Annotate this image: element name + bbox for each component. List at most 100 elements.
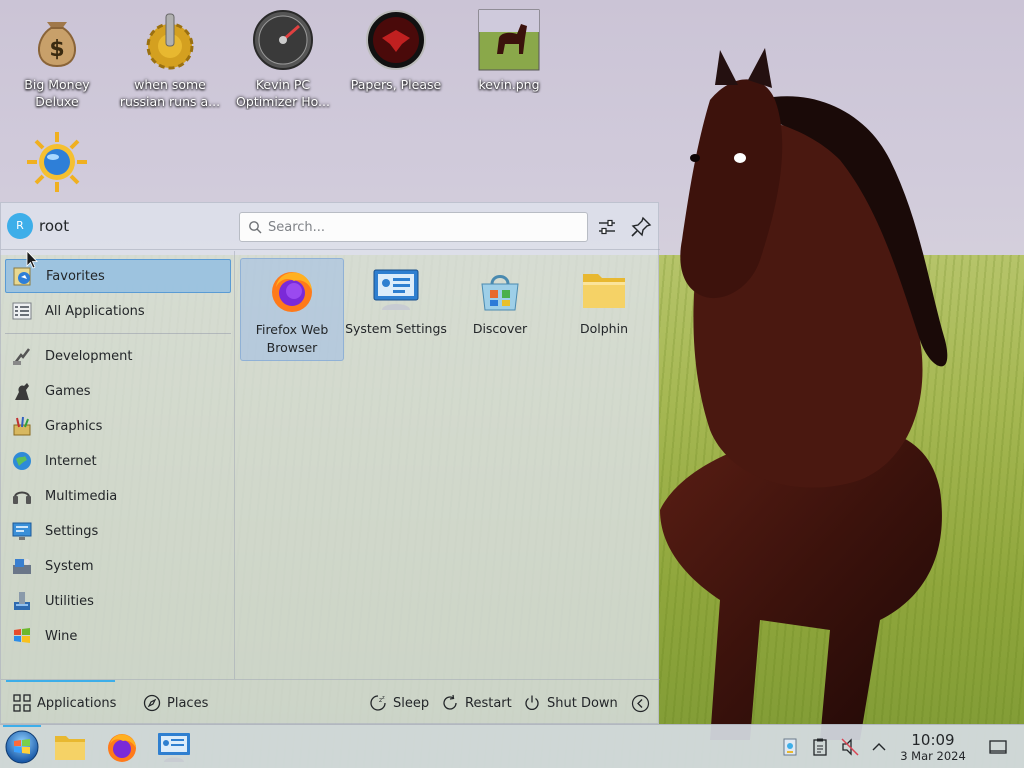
avatar[interactable]: R [7, 213, 33, 239]
category-label: Multimedia [45, 488, 118, 504]
category-internet[interactable]: Internet [5, 444, 231, 478]
sliders-icon[interactable] [595, 215, 619, 239]
desktop-icon-big-money-deluxe[interactable]: $ Big Money Deluxe [5, 2, 109, 110]
category-list: Favorites All Applications Development G… [1, 251, 235, 679]
mouse-cursor [26, 250, 38, 269]
app-label: Dolphin [580, 321, 628, 336]
desktop-icon-label: kevin.png [478, 77, 540, 92]
category-games[interactable]: Games [5, 374, 231, 408]
digital-clock[interactable]: 10:09 3 Mar 2024 [890, 731, 976, 764]
wine-windows-icon [14, 628, 30, 643]
category-divider [5, 333, 231, 334]
firefox-icon [272, 272, 312, 312]
restart-button[interactable]: Restart [441, 692, 512, 714]
desktop-icon-label: Papers, Please [350, 77, 442, 92]
svg-text:z: z [382, 695, 385, 701]
windows-start-orb-icon[interactable] [3, 728, 41, 766]
settings-icon [12, 522, 32, 540]
folder-icon [583, 274, 625, 308]
tab-places[interactable]: Places [143, 692, 208, 714]
sun-globe-icon [27, 132, 87, 192]
tab-applications[interactable]: Applications [13, 692, 116, 714]
show-desktop-icon[interactable] [988, 737, 1008, 757]
category-favorites[interactable]: Favorites [5, 259, 231, 293]
money-bag-icon: $ [38, 22, 76, 68]
desktop-icon-papers-please[interactable]: Papers, Please [344, 2, 448, 93]
category-development[interactable]: Development [5, 339, 231, 373]
desktop-icon-label: Kevin PC Optimizer Ho... [236, 77, 330, 109]
folder-icon[interactable] [52, 730, 88, 764]
favorites-grid: Firefox Web Browser System Settings Disc… [236, 251, 659, 679]
volume-muted-icon[interactable] [840, 737, 860, 757]
graphics-icon [13, 416, 31, 436]
clock-date: 3 Mar 2024 [900, 749, 966, 763]
compass-icon [143, 694, 161, 712]
category-label: Utilities [45, 593, 94, 609]
user-name: root [39, 217, 70, 235]
horse-image-thumbnail [478, 9, 540, 71]
grid-icon [13, 694, 31, 712]
desktop-icon-label: when some russian runs a... [119, 77, 221, 109]
app-label: System Settings [345, 321, 447, 336]
category-label: Settings [45, 523, 99, 539]
search-input[interactable] [268, 218, 578, 237]
category-label: System [45, 558, 94, 574]
search-icon [249, 221, 262, 234]
tab-label: Applications [37, 695, 117, 711]
launcher-header: R root [1, 203, 660, 250]
category-utilities[interactable]: Utilities [5, 584, 231, 618]
taskbar: 10:09 3 Mar 2024 [0, 724, 1024, 768]
clipboard-icon[interactable] [810, 737, 830, 757]
multimedia-icon [13, 491, 31, 504]
tab-label: Places [167, 695, 209, 711]
chevron-up-icon[interactable] [869, 737, 889, 757]
active-tab-indicator [6, 680, 115, 682]
category-label: Graphics [45, 418, 103, 434]
desktop-icon-sun-globe[interactable] [5, 124, 109, 198]
restart-label: Restart [465, 695, 512, 711]
games-icon [15, 383, 29, 400]
system-settings-icon[interactable] [156, 730, 192, 764]
desktop-icon-label: Big Money Deluxe [24, 77, 90, 109]
application-launcher: R root Favorites [0, 202, 660, 724]
category-wine[interactable]: Wine [5, 619, 231, 653]
category-system[interactable]: System [5, 549, 231, 583]
power-icon [525, 695, 539, 710]
app-dolphin[interactable]: Dolphin [552, 258, 656, 361]
gauge-icon [253, 10, 313, 70]
search-field[interactable] [239, 212, 588, 242]
category-label: Games [45, 383, 91, 399]
app-firefox[interactable]: Firefox Web Browser [240, 258, 344, 361]
category-label: Favorites [46, 268, 105, 284]
app-label: Firefox Web Browser [255, 322, 329, 355]
start-active-indicator [3, 725, 41, 727]
sleep-button[interactable]: z z Sleep [369, 692, 429, 714]
vault-icon[interactable] [780, 737, 800, 757]
svg-text:$: $ [49, 37, 64, 62]
category-label: All Applications [45, 303, 145, 319]
gear-joystick-icon [146, 13, 194, 70]
chevron-left-circle-icon[interactable] [631, 694, 650, 713]
category-all-applications[interactable]: All Applications [5, 294, 231, 328]
internet-globe-icon [13, 452, 31, 470]
development-icon [13, 348, 30, 365]
utilities-icon [14, 592, 30, 610]
desktop-icon-kevin-png[interactable]: kevin.png [457, 2, 561, 93]
category-multimedia[interactable]: Multimedia [5, 479, 231, 513]
pin-icon[interactable] [629, 215, 653, 239]
desktop-icon-russian-game[interactable]: when some russian runs a... [118, 2, 222, 110]
category-label: Development [45, 348, 133, 364]
desktop-icon-kevin-pc-optimizer[interactable]: Kevin PC Optimizer Ho... [231, 2, 335, 110]
shut-down-button[interactable]: Shut Down [523, 692, 618, 714]
discover-icon [481, 275, 519, 311]
firefox-icon[interactable] [104, 730, 140, 764]
system-settings-icon [373, 269, 419, 310]
category-label: Wine [45, 628, 78, 644]
grid-list-icon [12, 302, 32, 320]
category-graphics[interactable]: Graphics [5, 409, 231, 443]
app-discover[interactable]: Discover [448, 258, 552, 361]
papers-please-emblem-icon [366, 10, 426, 70]
category-settings[interactable]: Settings [5, 514, 231, 548]
sleep-icon: z z [370, 695, 386, 711]
app-system-settings[interactable]: System Settings [344, 258, 448, 361]
